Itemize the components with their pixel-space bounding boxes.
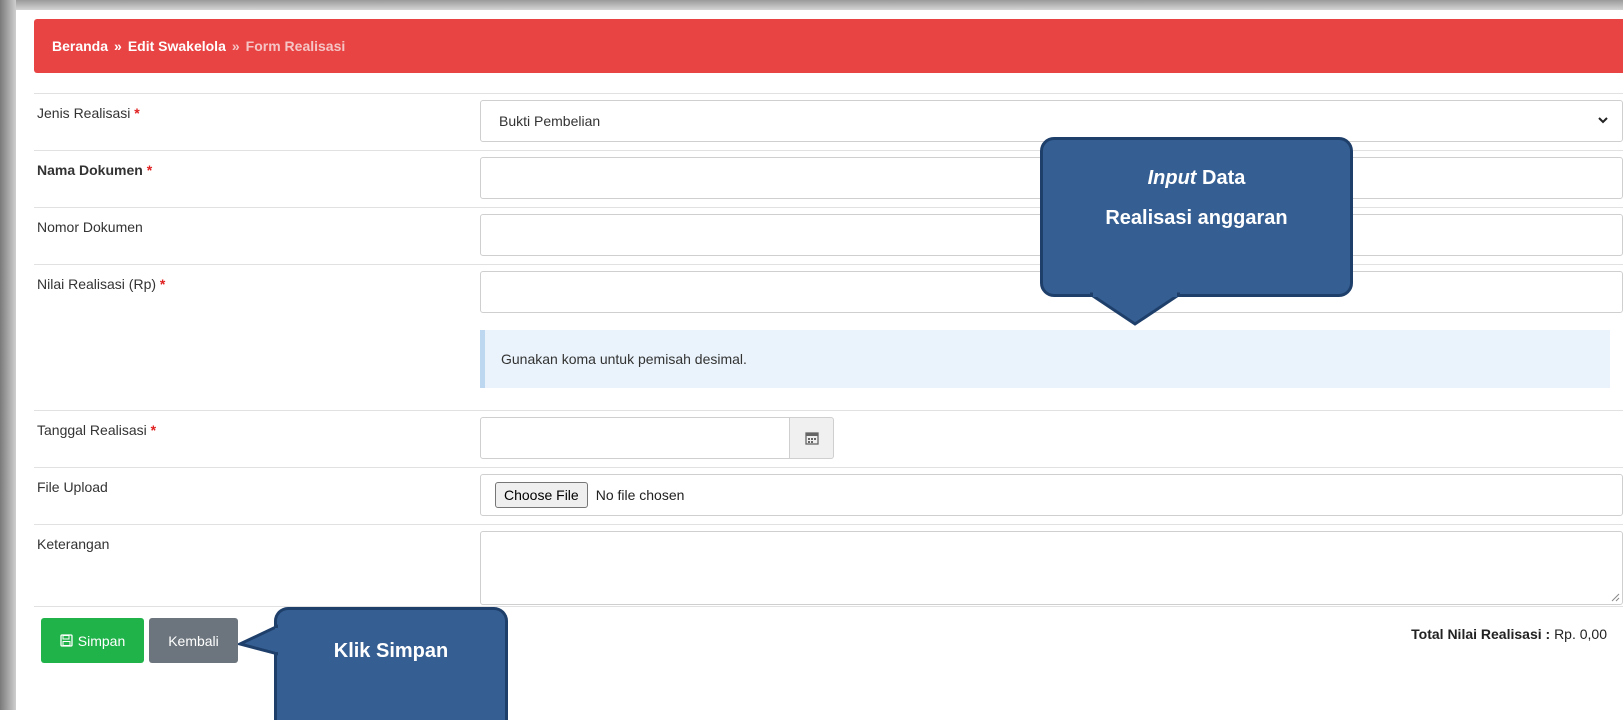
callout-line-1: Input Data: [1043, 158, 1350, 198]
breadcrumb-home[interactable]: Beranda: [52, 38, 108, 54]
input-data-callout: Input Data Realisasi anggaran: [1040, 137, 1353, 297]
breadcrumb-current: Form Realisasi: [245, 38, 346, 54]
back-button[interactable]: Kembali: [149, 618, 238, 663]
floppy-disk-icon: [60, 634, 73, 647]
select-value: Bukti Pembelian: [499, 113, 601, 129]
nomor-dokumen-label: Nomor Dokumen: [37, 219, 143, 235]
tanggal-realisasi-input[interactable]: [480, 417, 790, 459]
required-mark: *: [159, 276, 166, 292]
required-mark: *: [150, 422, 157, 438]
resize-handle-icon[interactable]: [1611, 593, 1620, 602]
tanggal-realisasi-label: Tanggal Realisasi *: [37, 422, 156, 438]
save-button-label: Simpan: [77, 632, 126, 649]
choose-file-button[interactable]: Choose File: [495, 482, 588, 508]
file-upload-row: File Upload Choose File No file chosen: [34, 467, 1623, 525]
label-text: Nama Dokumen: [37, 162, 143, 178]
jenis-realisasi-row: Jenis Realisasi * Bukti Pembelian: [34, 93, 1623, 151]
keterangan-textarea[interactable]: [480, 531, 1623, 605]
chevron-down-icon: [1598, 117, 1608, 124]
tanggal-realisasi-row: Tanggal Realisasi *: [34, 410, 1623, 468]
nama-dokumen-row: Nama Dokumen *: [34, 150, 1623, 208]
callout-pointer: [1090, 292, 1180, 326]
klik-simpan-callout: Klik Simpan: [274, 607, 508, 720]
breadcrumb-separator: »: [231, 38, 240, 54]
callout-text: Data: [1202, 167, 1246, 189]
nama-dokumen-label: Nama Dokumen *: [37, 162, 152, 178]
required-mark: *: [146, 162, 153, 178]
keterangan-row: Keterangan: [34, 524, 1623, 607]
decimal-help-text: Gunakan koma untuk pemisah desimal.: [480, 330, 1610, 388]
callout-pointer: [238, 624, 278, 656]
nilai-realisasi-label: Nilai Realisasi (Rp) *: [37, 276, 165, 292]
keterangan-label: Keterangan: [37, 536, 110, 552]
calendar-button[interactable]: [790, 417, 834, 459]
jenis-realisasi-label: Jenis Realisasi *: [37, 105, 140, 121]
file-upload-label: File Upload: [37, 479, 108, 495]
save-button[interactable]: Simpan: [41, 618, 144, 663]
breadcrumb: Beranda » Edit Swakelola » Form Realisas…: [34, 19, 1623, 73]
callout-text: Klik Simpan: [333, 640, 449, 662]
total-value: Rp. 0,00: [1554, 626, 1607, 642]
window-frame-top: [0, 0, 1623, 10]
breadcrumb-edit-swakelola[interactable]: Edit Swakelola: [128, 38, 226, 54]
nomor-dokumen-row: Nomor Dokumen: [34, 207, 1623, 265]
callout-italic-text: Input: [1147, 167, 1197, 189]
callout-line-2: Realisasi anggaran: [1105, 207, 1288, 229]
total-label: Total Nilai Realisasi :: [1411, 626, 1551, 642]
total-nilai-realisasi: Total Nilai Realisasi : Rp. 0,00: [1411, 626, 1607, 642]
label-text: Jenis Realisasi: [37, 105, 131, 121]
file-upload-field: Choose File No file chosen: [480, 474, 1623, 516]
label-text: Nilai Realisasi (Rp): [37, 276, 157, 292]
breadcrumb-separator: »: [114, 38, 122, 54]
window-frame-left: [0, 0, 16, 710]
actions-divider: [34, 606, 1623, 607]
no-file-text: No file chosen: [595, 487, 685, 503]
required-mark: *: [134, 105, 140, 121]
jenis-realisasi-select[interactable]: Bukti Pembelian: [480, 100, 1623, 142]
label-text: Tanggal Realisasi: [37, 422, 147, 438]
form-panel: Beranda » Edit Swakelola » Form Realisas…: [16, 10, 1623, 720]
calendar-icon: [804, 432, 819, 445]
